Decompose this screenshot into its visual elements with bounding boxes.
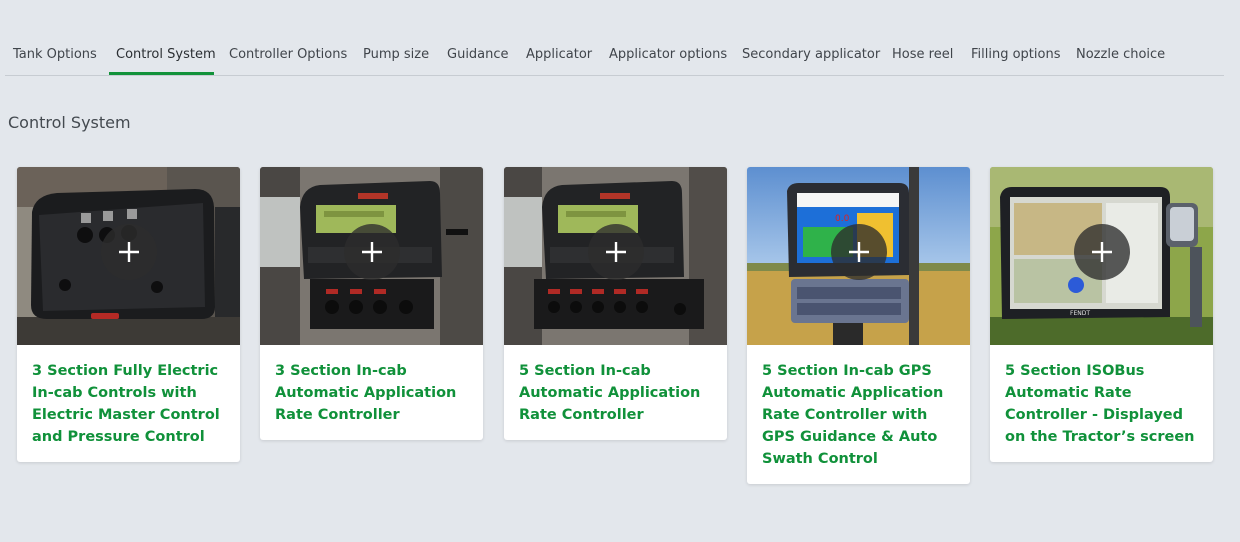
plus-icon bbox=[849, 242, 869, 262]
tab-applicator-options[interactable]: Applicator options bbox=[609, 47, 727, 62]
card-image bbox=[17, 167, 240, 345]
svg-text:0.0: 0.0 bbox=[835, 214, 850, 224]
active-tab-indicator bbox=[109, 72, 214, 75]
card-title: 5 Section ISOBus Automatic Rate Controll… bbox=[1005, 363, 1195, 445]
tab-controller-options[interactable]: Controller Options bbox=[229, 47, 347, 62]
option-card-electric-controls[interactable]: 3 Section Fully Electric In-cab Controls… bbox=[17, 167, 240, 462]
tab-tank-options[interactable]: Tank Options bbox=[13, 47, 97, 62]
options-tab-bar: Tank Options Control System Controller O… bbox=[5, 38, 1224, 76]
option-card-5-section-rate-controller[interactable]: 5 Section In-cab Automatic Application R… bbox=[504, 167, 727, 440]
add-option-button[interactable] bbox=[344, 224, 400, 280]
add-option-button[interactable] bbox=[588, 224, 644, 280]
card-title: 5 Section In-cab Automatic Application R… bbox=[519, 363, 701, 423]
plus-icon bbox=[362, 242, 382, 262]
plus-icon bbox=[1092, 242, 1112, 262]
tab-filling-options[interactable]: Filling options bbox=[971, 47, 1060, 62]
card-image: 0.0 bbox=[747, 167, 970, 345]
add-option-button[interactable] bbox=[101, 224, 157, 280]
card-title: 3 Section Fully Electric In-cab Controls… bbox=[32, 363, 220, 445]
option-card-gps-rate-controller[interactable]: 0.0 5 Section In-cab GPS Automatic Appli… bbox=[747, 167, 970, 484]
tab-hose-reel[interactable]: Hose reel bbox=[892, 47, 953, 62]
option-card-isobus-controller[interactable]: FENDT 5 Section ISOBus Automatic Rate Co… bbox=[990, 167, 1213, 462]
tab-guidance[interactable]: Guidance bbox=[447, 47, 509, 62]
tab-control-system[interactable]: Control System bbox=[116, 47, 216, 62]
add-option-button[interactable] bbox=[831, 224, 887, 280]
add-option-button[interactable] bbox=[1074, 224, 1130, 280]
plus-icon bbox=[119, 242, 139, 262]
option-card-3-section-rate-controller[interactable]: 3 Section In-cab Automatic Application R… bbox=[260, 167, 483, 440]
section-title: Control System bbox=[8, 113, 131, 132]
tab-nozzle-choice[interactable]: Nozzle choice bbox=[1076, 47, 1165, 62]
card-title: 3 Section In-cab Automatic Application R… bbox=[275, 363, 457, 423]
svg-text:FENDT: FENDT bbox=[1070, 310, 1090, 317]
card-image bbox=[260, 167, 483, 345]
tab-secondary-applicator[interactable]: Secondary applicator bbox=[742, 47, 880, 62]
card-image bbox=[504, 167, 727, 345]
card-image: FENDT bbox=[990, 167, 1213, 345]
plus-icon bbox=[606, 242, 626, 262]
tab-pump-size[interactable]: Pump size bbox=[363, 47, 429, 62]
tab-applicator[interactable]: Applicator bbox=[526, 47, 592, 62]
card-title: 5 Section In-cab GPS Automatic Applicati… bbox=[762, 363, 944, 467]
